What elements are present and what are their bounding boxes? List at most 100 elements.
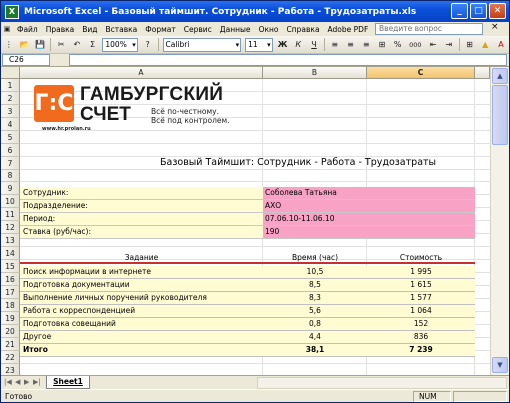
hours-cell[interactable]: 10,5 [263, 266, 367, 278]
total-hours[interactable]: 38,1 [263, 344, 367, 356]
row-header[interactable]: 21 [1, 338, 20, 351]
minimize-button[interactable]: _ [451, 3, 468, 19]
percent-button[interactable]: % [391, 38, 405, 52]
menu-file[interactable]: Файл [13, 25, 42, 34]
header-hours[interactable]: Время (час) [263, 252, 367, 264]
zoom-select[interactable]: 100% [102, 37, 138, 52]
row-header[interactable]: 11 [1, 208, 20, 221]
info-label[interactable]: Ставка (руб/час): [20, 226, 263, 238]
row-header[interactable]: 15 [1, 260, 20, 273]
row-header[interactable]: 22 [1, 351, 20, 364]
row-header[interactable]: 16 [1, 273, 20, 286]
close-doc-icon[interactable]: × [491, 22, 499, 32]
undo-icon[interactable]: ↶ [70, 38, 84, 52]
row-header[interactable]: 13 [1, 234, 20, 247]
cost-cell[interactable]: 1 064 [367, 305, 475, 317]
sum-icon[interactable]: Σ [86, 38, 100, 52]
row-header[interactable]: 12 [1, 221, 20, 234]
row-header[interactable]: 6 [1, 144, 20, 157]
column-header-b[interactable]: B [263, 67, 367, 79]
menu-edit[interactable]: Правка [42, 25, 79, 34]
menu-help[interactable]: Справка [283, 25, 324, 34]
row-header[interactable]: 20 [1, 325, 20, 338]
fill-color-icon[interactable]: ▲ [478, 38, 492, 52]
next-sheet-icon[interactable]: ▶ [24, 378, 29, 386]
bold-button[interactable]: Ж [276, 38, 290, 52]
horizontal-scrollbar[interactable] [257, 377, 507, 389]
prev-sheet-icon[interactable]: ◀ [15, 378, 20, 386]
row-header[interactable]: 10 [1, 195, 20, 208]
menu-insert[interactable]: Вставка [102, 25, 142, 34]
decrease-indent-icon[interactable]: ⇤ [426, 38, 440, 52]
title-bar[interactable]: X Microsoft Excel - Базовый таймшит. Сот… [1, 1, 509, 22]
header-task[interactable]: Задание [20, 252, 263, 264]
cost-cell[interactable]: 1 615 [367, 279, 475, 291]
menu-tools[interactable]: Сервис [180, 25, 216, 34]
total-label[interactable]: Итого [23, 344, 48, 356]
cost-cell[interactable]: 1 577 [367, 292, 475, 304]
underline-button[interactable]: Ч [307, 38, 321, 52]
maximize-button[interactable]: □ [470, 3, 487, 19]
cut-icon[interactable]: ✂ [54, 38, 68, 52]
font-size-select[interactable]: 11 [245, 37, 273, 52]
info-label[interactable]: Период: [20, 213, 263, 225]
italic-button[interactable]: К [291, 38, 305, 52]
increase-indent-icon[interactable]: ⇥ [442, 38, 456, 52]
scroll-up-icon[interactable]: ▲ [492, 68, 508, 84]
info-value[interactable]: АХО [263, 200, 475, 212]
total-cost[interactable]: 7 239 [367, 344, 475, 356]
borders-icon[interactable]: ⊞ [463, 38, 477, 52]
name-box[interactable]: C26 [2, 54, 50, 66]
cost-cell[interactable]: 1 995 [367, 266, 475, 278]
info-value[interactable]: 190 [263, 226, 475, 238]
task-cell[interactable]: Выполнение личных поручений руководителя [23, 292, 207, 304]
cost-cell[interactable]: 836 [367, 331, 475, 343]
row-header[interactable]: 17 [1, 286, 20, 299]
menu-data[interactable]: Данные [216, 25, 255, 34]
task-cell[interactable]: Работа с корреспонденцией [23, 305, 135, 317]
row-header[interactable]: 4 [1, 118, 20, 131]
info-value[interactable]: Соболева Татьяна [263, 187, 475, 199]
thousands-button[interactable]: 000 [407, 38, 425, 52]
first-sheet-icon[interactable]: |◀ [4, 378, 12, 386]
open-icon[interactable]: 📂 [18, 38, 32, 52]
row-header[interactable]: 8 [1, 170, 20, 182]
align-right-icon[interactable]: ≡ [359, 38, 373, 52]
hours-cell[interactable]: 0,8 [263, 318, 367, 330]
task-cell[interactable]: Другое [23, 331, 51, 343]
row-header[interactable]: 18 [1, 299, 20, 312]
info-label[interactable]: Подразделение: [20, 200, 263, 212]
cost-cell[interactable]: 152 [367, 318, 475, 330]
select-all-corner[interactable] [1, 67, 20, 79]
menu-window[interactable]: Окно [255, 25, 283, 34]
menu-format[interactable]: Формат [141, 25, 179, 34]
help-search-input[interactable]: Введите вопрос [375, 23, 483, 35]
row-header[interactable]: 9 [1, 182, 20, 195]
last-sheet-icon[interactable]: ▶| [33, 378, 41, 386]
row-header[interactable]: 3 [1, 105, 20, 118]
hours-cell[interactable]: 8,5 [263, 279, 367, 291]
align-left-icon[interactable]: ≡ [328, 38, 342, 52]
doc-icon[interactable]: ▣ [2, 22, 12, 36]
row-header[interactable]: 7 [1, 157, 20, 170]
scroll-thumb[interactable] [492, 85, 508, 145]
header-cost[interactable]: Стоимость [367, 252, 475, 264]
font-color-icon[interactable]: A [494, 38, 508, 52]
sheet-tab-sheet1[interactable]: Sheet1 [46, 376, 90, 389]
row-header[interactable]: 14 [1, 247, 20, 260]
save-icon[interactable]: 💾 [33, 38, 47, 52]
column-header-a[interactable]: A [20, 67, 263, 79]
font-select[interactable]: Calibri [162, 37, 242, 52]
scroll-down-icon[interactable]: ▼ [492, 357, 508, 373]
close-button[interactable]: ✕ [489, 3, 506, 19]
row-header[interactable]: 1 [1, 79, 20, 92]
align-center-icon[interactable]: ≡ [344, 38, 358, 52]
cell-area[interactable]: Г:С ГАМБУРГСКИЙ СЧЕТ Всё по-честному. Вс… [20, 79, 490, 375]
task-cell[interactable]: Подготовка совещаний [23, 318, 116, 330]
column-header-c[interactable]: C [367, 67, 475, 79]
row-header[interactable]: 19 [1, 312, 20, 325]
task-cell[interactable]: Подготовка документации [23, 279, 130, 291]
help-icon[interactable]: ? [141, 38, 155, 52]
merge-icon[interactable]: ⊞ [375, 38, 389, 52]
column-header-d[interactable] [475, 67, 490, 79]
